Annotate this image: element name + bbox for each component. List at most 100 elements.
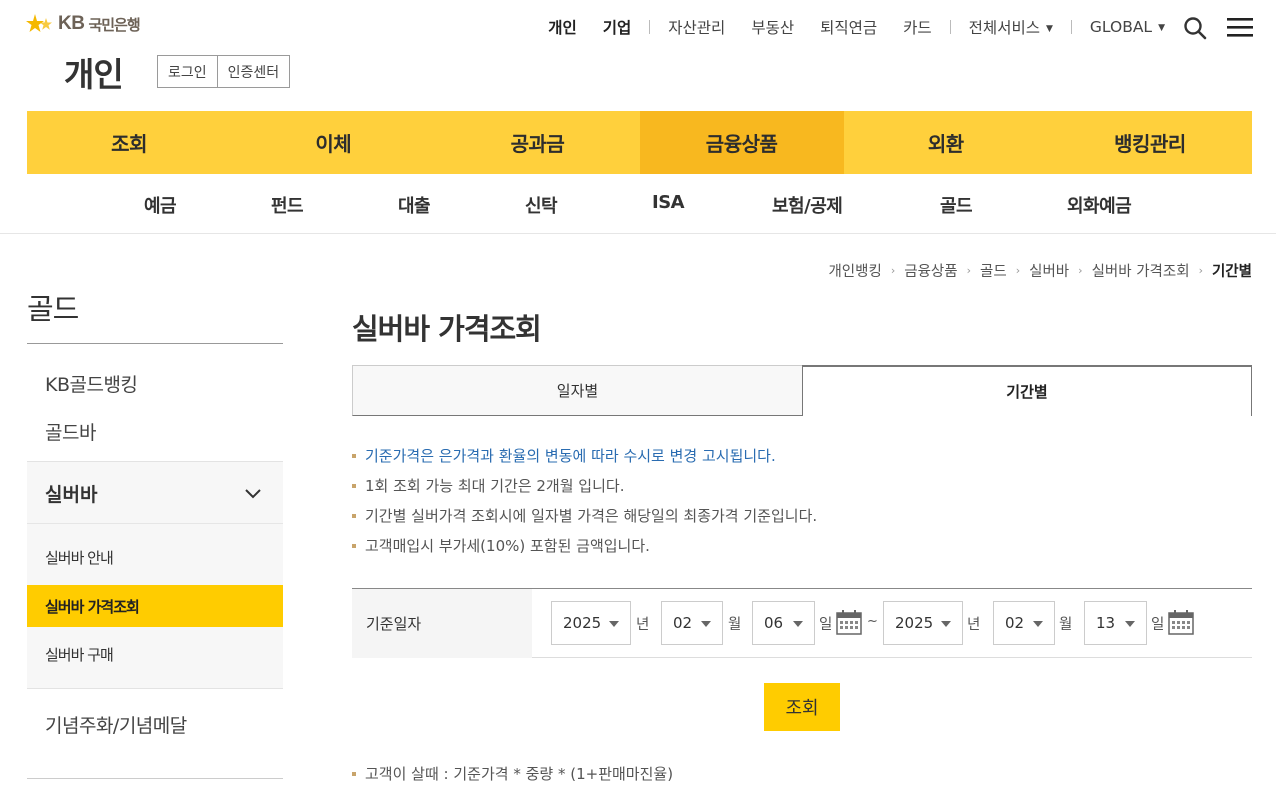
lnb-group-label: 실버바 xyxy=(45,484,98,506)
lnb-silver-bar-toggle[interactable]: 실버바 xyxy=(27,462,283,524)
topnav-pension[interactable]: 퇴직연금 xyxy=(820,16,877,38)
chevron-right-icon: › xyxy=(966,264,972,277)
page-title: 실버바 가격조회 xyxy=(352,312,542,346)
subnav-isa[interactable]: ISA xyxy=(652,192,685,213)
dropdown-arrow-icon xyxy=(701,621,711,627)
to-day-select[interactable]: 13 xyxy=(1084,601,1147,645)
subnav-trust[interactable]: 신탁 xyxy=(525,192,558,218)
lnb-silver-bar-group: 실버바 실버바 안내 실버바 가격조회 실버바 구매 xyxy=(27,461,283,689)
lnb-sub-silver-guide[interactable]: 실버바 안내 xyxy=(27,536,283,578)
mainnav-inquiry[interactable]: 조회 xyxy=(27,111,231,174)
chevron-right-icon: › xyxy=(1198,264,1203,277)
kb-star-icon xyxy=(26,14,52,32)
unit-day: 일 xyxy=(1151,617,1165,633)
from-month-select[interactable]: 02 xyxy=(661,601,723,645)
mainnav-foreign-exchange[interactable]: 외환 xyxy=(844,111,1048,174)
lnb-sub-silver-price[interactable]: 실버바 가격조회 xyxy=(27,585,283,627)
notice-item: 1회 조회 가능 최대 기간은 2개월 입니다. xyxy=(352,471,817,501)
to-year-select[interactable]: 2025 xyxy=(883,601,963,645)
mainnav-utility[interactable]: 공과금 xyxy=(435,111,639,174)
login-button[interactable]: 로그인 xyxy=(157,55,218,88)
tab-period[interactable]: 기간별 xyxy=(802,365,1252,416)
topnav-asset[interactable]: 자산관리 xyxy=(668,16,725,38)
mainnav-transfer[interactable]: 이체 xyxy=(231,111,435,174)
caret-down-icon: ▼ xyxy=(1045,24,1053,34)
breadcrumb-item[interactable]: 골드 xyxy=(980,260,1007,281)
sub-nav: 예금 펀드 대출 신탁 ISA 보험/공제 골드 외화예금 xyxy=(0,174,1276,234)
breadcrumb-item[interactable]: 금융상품 xyxy=(904,260,957,281)
chevron-down-icon xyxy=(245,489,261,499)
subnav-insurance[interactable]: 보험/공제 xyxy=(772,192,843,218)
tab-bar: 일자별 기간별 xyxy=(352,365,1252,416)
unit-day: 일 xyxy=(819,617,833,633)
unit-year: 년 xyxy=(967,617,981,633)
section-title: 개인 xyxy=(64,55,124,94)
subnav-loan[interactable]: 대출 xyxy=(398,192,431,218)
to-day-value: 13 xyxy=(1096,614,1116,632)
notice-item: 고객매입시 부가세(10%) 포함된 금액입니다. xyxy=(352,531,817,561)
chevron-right-icon: › xyxy=(1015,264,1021,277)
notice-item: 기간별 실버가격 조회시에 일자별 가격은 해당일의 최종가격 기준입니다. xyxy=(352,501,817,531)
breadcrumb-item[interactable]: 개인뱅킹 xyxy=(828,260,881,281)
topnav-card[interactable]: 카드 xyxy=(903,16,932,38)
topnav-personal[interactable]: 개인 xyxy=(548,16,577,38)
top-nav: 개인 기업 자산관리 부동산 퇴직연금 카드 전체서비스 ▼ GLOBAL ▼ xyxy=(535,16,1178,38)
breadcrumb-item[interactable]: 실버바 xyxy=(1029,260,1069,281)
lnb-sub-silver-purchase[interactable]: 실버바 구매 xyxy=(27,633,283,675)
mainnav-banking-management[interactable]: 뱅킹관리 xyxy=(1048,111,1252,174)
hamburger-menu-icon[interactable] xyxy=(1227,16,1253,38)
formula-note: 고객이 살때 : 기준가격 * 중량 * (1+판매마진율) xyxy=(352,759,673,785)
global-label: GLOBAL xyxy=(1089,18,1153,36)
breadcrumb-item[interactable]: 실버바 가격조회 xyxy=(1092,260,1190,281)
divider xyxy=(27,343,283,344)
breadcrumb-current: 기간별 xyxy=(1211,264,1252,280)
from-month-value: 02 xyxy=(673,614,693,632)
chevron-right-icon: › xyxy=(1078,264,1083,277)
tab-daily[interactable]: 일자별 xyxy=(352,365,803,416)
divider xyxy=(1070,20,1072,34)
divider xyxy=(27,778,283,779)
logo-bank-text: 국민은행 xyxy=(88,15,140,34)
dropdown-arrow-icon xyxy=(1033,621,1043,627)
topnav-global[interactable]: GLOBAL ▼ xyxy=(1090,18,1165,36)
topnav-corporate[interactable]: 기업 xyxy=(603,16,632,38)
from-year-select[interactable]: 2025 xyxy=(551,601,631,645)
calendar-icon[interactable] xyxy=(836,609,862,635)
cert-center-button[interactable]: 인증센터 xyxy=(217,55,291,88)
date-field-label: 기준일자 xyxy=(352,589,532,658)
kb-logo[interactable]: KB 국민은행 xyxy=(26,12,141,36)
search-icon[interactable] xyxy=(1183,16,1207,40)
notice-item: 기준가격은 은가격과 환율의 변동에 따라 수시로 변경 고시됩니다. xyxy=(352,441,817,471)
from-day-select[interactable]: 06 xyxy=(752,601,815,645)
subnav-gold[interactable]: 골드 xyxy=(940,192,973,218)
chevron-right-icon: › xyxy=(890,264,896,277)
lnb-title: 골드 xyxy=(27,292,79,326)
unit-month: 월 xyxy=(1059,617,1073,633)
to-month-value: 02 xyxy=(1005,614,1025,632)
subnav-foreign-deposit[interactable]: 외화예금 xyxy=(1067,192,1132,218)
from-day-value: 06 xyxy=(764,614,784,632)
query-button[interactable]: 조회 xyxy=(764,683,840,731)
dropdown-arrow-icon xyxy=(609,621,619,627)
dropdown-arrow-icon xyxy=(793,621,803,627)
mainnav-financial-products[interactable]: 금융상품 xyxy=(639,111,844,174)
to-month-select[interactable]: 02 xyxy=(993,601,1055,645)
notice-item: 고객이 살때 : 기준가격 * 중량 * (1+판매마진율) xyxy=(352,759,673,785)
subnav-deposit[interactable]: 예금 xyxy=(144,192,177,218)
to-year-value: 2025 xyxy=(895,614,934,632)
lnb-item-gold-bar[interactable]: 골드바 xyxy=(45,418,96,445)
topnav-all-services[interactable]: 전체서비스 ▼ xyxy=(969,16,1053,38)
all-services-label: 전체서비스 xyxy=(968,19,1040,37)
from-year-value: 2025 xyxy=(563,614,602,632)
dropdown-arrow-icon xyxy=(1125,621,1135,627)
dropdown-arrow-icon xyxy=(941,621,951,627)
topnav-realestate[interactable]: 부동산 xyxy=(751,16,794,38)
range-tilde: ~ xyxy=(867,614,878,629)
lnb-item-kb-gold-banking[interactable]: KB골드뱅킹 xyxy=(45,370,138,397)
calendar-icon[interactable] xyxy=(1168,609,1194,635)
lnb-item-commemorative-coin[interactable]: 기념주화/기념메달 xyxy=(45,711,187,738)
unit-month: 월 xyxy=(728,617,742,633)
subnav-fund[interactable]: 펀드 xyxy=(271,192,304,218)
logo-kb-text: KB xyxy=(58,13,85,34)
main-nav: 조회 이체 공과금 금융상품 외환 뱅킹관리 xyxy=(27,111,1252,174)
